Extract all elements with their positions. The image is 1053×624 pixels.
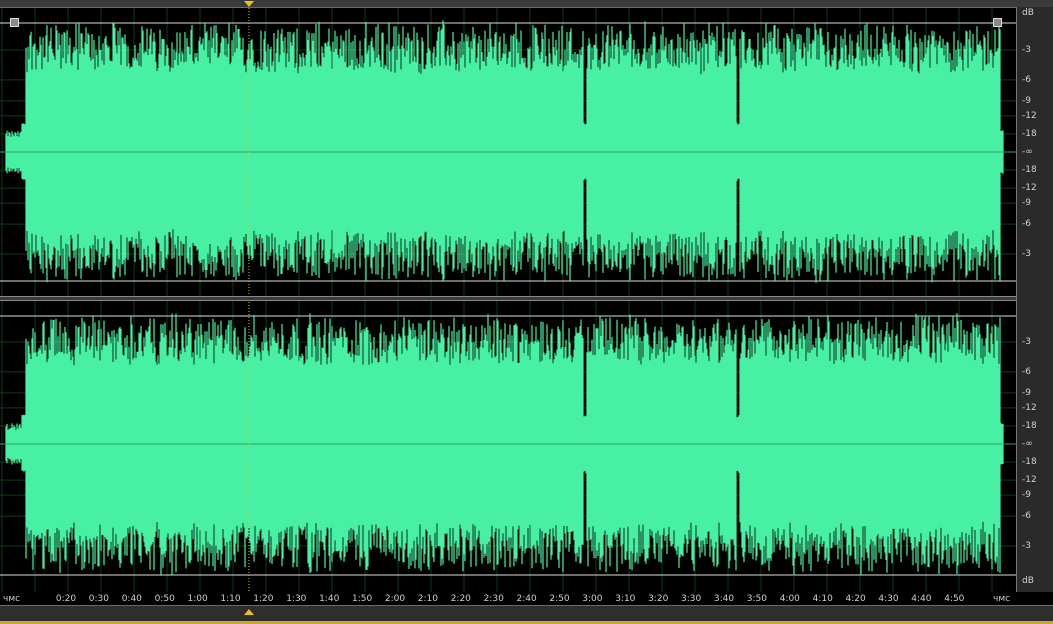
playhead-bottom-marker-icon[interactable] <box>244 609 254 615</box>
channel-1-db-label: -3 <box>1022 45 1031 56</box>
time-tick-label: 1:30 <box>286 594 307 604</box>
channel-2-db-label: -6 <box>1022 366 1031 377</box>
db-unit-label: dB <box>1022 8 1034 18</box>
channel-1-db-label: -12 <box>1022 183 1037 194</box>
channel-1-db-label: -9 <box>1022 95 1031 106</box>
channel-2-db-label: -3 <box>1022 337 1031 348</box>
channel-2-db-label: -∞ <box>1022 439 1033 449</box>
channel-1-db-label: -18 <box>1022 165 1037 176</box>
time-tick-label: 0:20 <box>55 594 77 604</box>
time-unit-left: чмс <box>3 594 21 604</box>
time-tick-label: 3:00 <box>582 594 603 604</box>
channel-1-db-label: -12 <box>1022 110 1037 121</box>
channel-1-db-label: -6 <box>1022 74 1031 85</box>
time-tick-label: 1:40 <box>319 594 340 604</box>
time-tick-label: 4:20 <box>845 594 866 604</box>
time-tick-label: 0:30 <box>88 594 109 604</box>
time-tick-label: 2:10 <box>417 594 438 604</box>
time-tick-label: 1:00 <box>187 594 208 604</box>
time-tick-label: 4:00 <box>779 594 800 604</box>
channel-2-db-label: -18 <box>1022 457 1037 468</box>
time-tick-label: 2:50 <box>549 594 570 604</box>
time-tick-label: 3:40 <box>713 594 735 604</box>
channel-1-db-label: -∞ <box>1022 147 1033 157</box>
time-tick-label: 4:30 <box>878 594 899 604</box>
time-tick-label: 2:00 <box>384 594 406 604</box>
channel-separator[interactable] <box>0 296 1016 301</box>
channel-2-db-label: -3 <box>1022 540 1031 551</box>
channel-2-db-label: -9 <box>1022 490 1031 501</box>
channel-2-db-label: -12 <box>1022 402 1037 413</box>
waveform-editor[interactable]: dB dB -3 -6 -9 -12 -18 -∞ -18 -12 -9 -6 -3 -3 -6 -9 -1… <box>0 0 1053 624</box>
channel-2-db-label: -12 <box>1022 475 1037 486</box>
time-tick-label: 0:40 <box>121 594 142 604</box>
channel-2-db-label: -18 <box>1022 420 1037 431</box>
db-ruler <box>1016 7 1053 592</box>
time-unit-right: чмс <box>993 594 1011 604</box>
time-tick-label: 3:50 <box>746 594 767 604</box>
channel-1-db-label: -18 <box>1022 128 1037 139</box>
channel-1-db-label: -6 <box>1022 219 1031 230</box>
channel-1-db-label: -9 <box>1022 198 1031 209</box>
channel-1-db-label: -3 <box>1022 248 1031 259</box>
channel-2-db-label: -6 <box>1022 511 1031 522</box>
time-tick-label: 4:10 <box>812 594 833 604</box>
time-tick-label: 3:20 <box>648 594 669 604</box>
time-tick-label: 1:50 <box>351 594 373 604</box>
channel-1-right-handle-icon[interactable] <box>993 18 1002 27</box>
time-tick-label: 4:50 <box>944 594 965 604</box>
time-tick-label: 1:20 <box>253 594 274 604</box>
time-tick-label: 2:20 <box>450 594 471 604</box>
time-tick-label: 3:30 <box>680 594 702 604</box>
time-tick-label: 0:50 <box>154 594 175 604</box>
time-tick-label: 4:40 <box>911 594 932 604</box>
db-unit-label-bottom: dB <box>1022 576 1034 586</box>
time-tick-label: 1:10 <box>220 594 241 604</box>
channel-2-db-label: -9 <box>1022 387 1031 398</box>
channel-1-waveform[interactable] <box>0 20 1016 283</box>
time-tick-label: 3:10 <box>615 594 636 604</box>
channel-2-waveform[interactable] <box>0 313 1016 576</box>
time-tick-label: 2:30 <box>483 594 504 604</box>
time-ruler[interactable] <box>0 605 1053 624</box>
time-tick-label: 2:40 <box>516 594 537 604</box>
channel-1-left-handle-icon[interactable] <box>10 18 19 27</box>
